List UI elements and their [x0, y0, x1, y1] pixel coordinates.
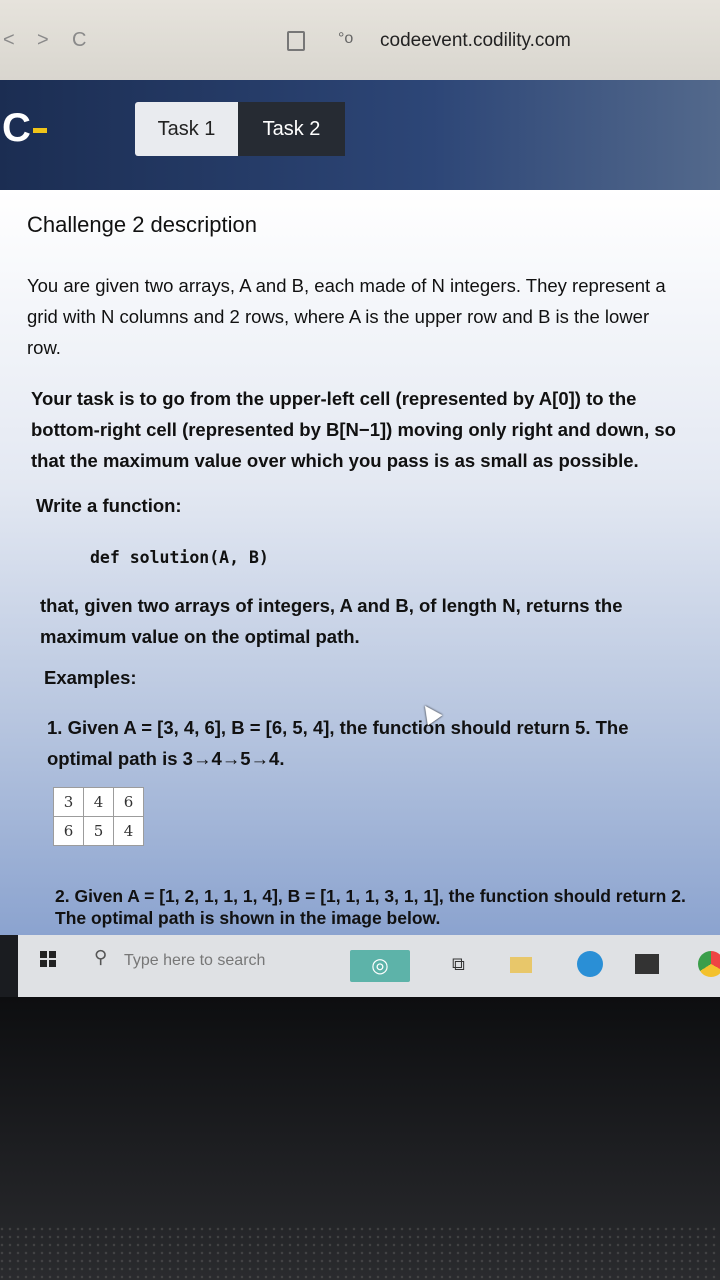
- forward-icon[interactable]: >: [37, 30, 49, 50]
- examples-heading: Examples:: [44, 667, 137, 688]
- grid-cell: 3: [53, 787, 84, 817]
- logo-accent: [33, 128, 47, 133]
- task-tabs: Task 1 Task 2: [135, 102, 345, 156]
- grid-cell: 6: [53, 816, 84, 846]
- grid-cell: 4: [113, 816, 144, 846]
- cortana-app-icon[interactable]: ◎: [350, 950, 410, 982]
- grid-cell: 6: [113, 787, 144, 817]
- function-signature: def solution(A, B): [90, 548, 269, 567]
- taskbar-search-input[interactable]: Type here to search: [124, 952, 265, 970]
- return-description: that, given two arrays of integers, A an…: [40, 595, 623, 647]
- file-explorer-icon[interactable]: [510, 957, 532, 973]
- task-paragraph: Your task is to go from the upper-left c…: [31, 388, 676, 471]
- chrome-browser-icon[interactable]: [698, 951, 720, 977]
- tab-task-1[interactable]: Task 1: [135, 102, 238, 156]
- task-view-icon[interactable]: ⧉: [452, 954, 465, 975]
- tab-task-2[interactable]: Task 2: [238, 102, 345, 156]
- grid-row-a: 3 4 6: [53, 787, 144, 817]
- page-title: Challenge 2 description: [27, 212, 257, 237]
- challenge-description: Challenge 2 description You are given tw…: [0, 190, 720, 935]
- speaker-grille: [0, 1225, 720, 1280]
- mail-app-icon[interactable]: [635, 954, 659, 974]
- windows-start-icon[interactable]: [40, 951, 56, 967]
- search-icon: ⚲: [94, 947, 108, 967]
- back-icon[interactable]: <: [3, 30, 15, 50]
- app-header: [0, 80, 720, 190]
- example-2-text: 2. Given A = [1, 2, 1, 1, 1, 4], B = [1,…: [55, 886, 686, 928]
- reload-icon[interactable]: C: [72, 30, 86, 50]
- site-info-icon[interactable]: °o: [338, 30, 353, 48]
- edge-browser-icon[interactable]: [577, 951, 603, 977]
- grid-row-b: 6 5 4: [53, 816, 144, 846]
- windows-taskbar: ⚲ Type here to search ◎ ⧉: [18, 935, 720, 997]
- address-bar[interactable]: codeevent.codility.com: [380, 30, 571, 52]
- browser-toolbar: < > C °o codeevent.codility.com: [0, 0, 720, 80]
- grid-cell: 5: [83, 816, 114, 846]
- tabs-icon[interactable]: [287, 31, 305, 51]
- codility-logo: C: [2, 106, 31, 150]
- grid-cell: 4: [83, 787, 114, 817]
- description-paragraph: You are given two arrays, A and B, each …: [27, 275, 666, 358]
- example-1-grid: 3 4 6 6 5 4: [53, 787, 144, 846]
- example-1-text: 1. Given A = [3, 4, 6], B = [6, 5, 4], t…: [47, 717, 629, 769]
- write-function-label: Write a function:: [36, 495, 182, 516]
